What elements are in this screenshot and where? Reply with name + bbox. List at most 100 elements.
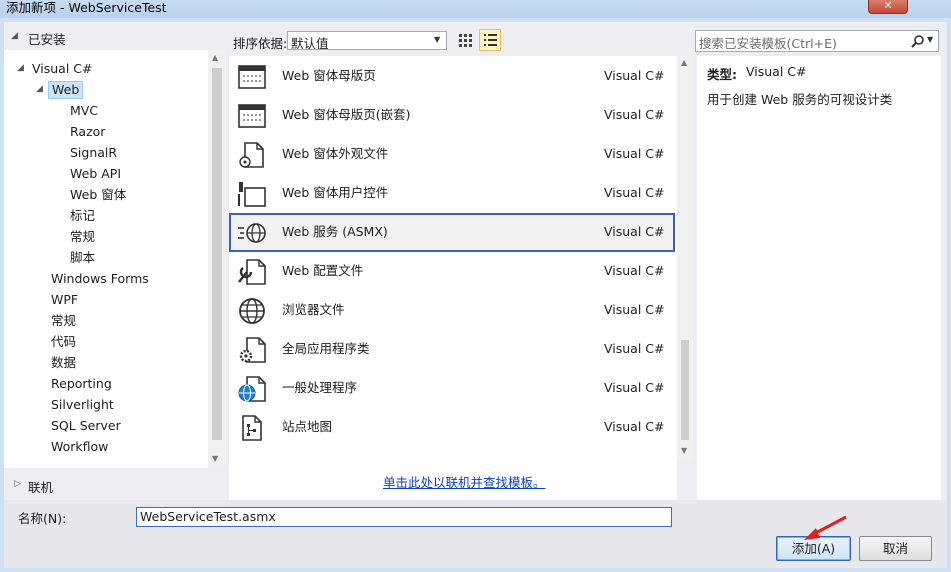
tree-item-web[interactable]: Web	[48, 81, 84, 99]
tree-item-mvc[interactable]: MVC	[70, 102, 98, 120]
user-control-icon	[238, 182, 266, 207]
template-language: Visual C#	[604, 107, 665, 122]
template-name: Web 窗体外观文件	[282, 146, 389, 161]
template-row-config-file[interactable]: Web 配置文件 Visual C#	[229, 252, 675, 291]
tree-item-visual-csharp[interactable]: Visual C#	[32, 60, 93, 78]
list-view-icon	[484, 34, 497, 46]
skin-file-icon	[239, 142, 264, 168]
tree-item-sql-server[interactable]: SQL Server	[51, 417, 121, 435]
template-row-skin-file[interactable]: Web 窗体外观文件 Visual C#	[229, 135, 675, 174]
name-value: WebServiceTest.asmx	[140, 509, 276, 524]
cancel-button[interactable]: 取消	[859, 536, 932, 561]
template-row-user-control[interactable]: Web 窗体用户控件 Visual C#	[229, 174, 675, 213]
master-page-icon	[238, 65, 266, 89]
tree-item-code[interactable]: 代码	[51, 333, 76, 351]
template-language: Visual C#	[604, 224, 665, 239]
tree-item-data[interactable]: 数据	[51, 354, 76, 372]
template-name: Web 窗体母版页(嵌套)	[282, 107, 411, 122]
template-name: Web 窗体母版页	[282, 68, 376, 83]
chevron-down-icon[interactable]: ▼	[927, 35, 933, 44]
template-category-tree[interactable]: ◢ Visual C# ◢ Web MVC Razor SignalR Web …	[4, 50, 208, 468]
title-bar: 添加新项 - WebServiceTest ✕	[0, 0, 951, 18]
template-language: Visual C#	[604, 380, 665, 395]
sitemap-icon	[242, 415, 262, 441]
template-row-master-page[interactable]: Web 窗体母版页 Visual C#	[229, 57, 675, 96]
template-name: 浏览器文件	[282, 302, 345, 317]
template-search-input[interactable]: 搜索已安装模板(Ctrl+E) ▼	[695, 30, 939, 52]
tree-item-workflow[interactable]: Workflow	[51, 438, 108, 456]
template-details: 类型: Visual C# 用于创建 Web 服务的可视设计类	[697, 56, 941, 500]
sort-dropdown[interactable]: 默认值 ▼	[287, 31, 447, 51]
template-row-web-service[interactable]: Web 服务 (ASMX) Visual C#	[229, 213, 675, 252]
close-button[interactable]: ✕	[868, 0, 908, 14]
type-label: 类型:	[707, 67, 737, 82]
name-label: 名称(N):	[18, 511, 67, 526]
template-language: Visual C#	[604, 146, 665, 161]
annotation-arrow-icon	[804, 515, 847, 540]
nested-master-page-icon	[238, 104, 266, 128]
template-row-sitemap[interactable]: 站点地图 Visual C#	[229, 408, 675, 447]
tree-item-reporting[interactable]: Reporting	[51, 375, 112, 393]
expand-triangle-icon: ◢	[36, 84, 43, 94]
scroll-up-icon[interactable]: ▲	[681, 58, 687, 67]
template-description: 用于创建 Web 服务的可视设计类	[707, 92, 893, 107]
scroll-up-icon[interactable]: ▲	[212, 53, 218, 62]
template-language: Visual C#	[604, 419, 665, 434]
expand-right-triangle-icon: ▷	[14, 479, 21, 489]
search-placeholder: 搜索已安装模板(Ctrl+E)	[699, 36, 837, 51]
template-language: Visual C#	[604, 263, 665, 278]
medium-icons-view-button[interactable]	[455, 30, 475, 50]
template-row-nested-master-page[interactable]: Web 窗体母版页(嵌套) Visual C#	[229, 96, 675, 135]
online-header[interactable]: ▷ 联机	[4, 474, 226, 496]
browser-file-icon	[239, 298, 265, 324]
tree-scroll-thumb[interactable]	[212, 68, 222, 440]
tree-scrollbar[interactable]: ▲ ▼	[208, 50, 226, 468]
collapse-triangle-icon: ◢	[11, 31, 18, 41]
tree-item-web-api[interactable]: Web API	[70, 165, 121, 183]
config-file-icon	[238, 259, 266, 285]
search-icon[interactable]	[910, 34, 926, 50]
grid-view-icon	[459, 34, 472, 47]
chevron-down-icon: ▼	[434, 35, 441, 44]
template-language: Visual C#	[604, 341, 665, 356]
tree-item-web-forms[interactable]: Web 窗体	[70, 186, 126, 204]
template-name: Web 配置文件	[282, 263, 364, 278]
web-service-icon	[238, 223, 266, 243]
tree-item-markup[interactable]: 标记	[70, 207, 95, 225]
sort-value: 默认值	[291, 36, 329, 51]
expand-triangle-icon: ◢	[17, 63, 24, 73]
online-templates-link[interactable]: 单击此处以联机并查找模板。	[383, 472, 546, 491]
tree-item-general[interactable]: 常规	[70, 228, 95, 246]
template-row-browser-file[interactable]: 浏览器文件 Visual C#	[229, 291, 675, 330]
tree-item-signalr[interactable]: SignalR	[70, 144, 117, 162]
template-name: Web 窗体用户控件	[282, 185, 389, 200]
installed-label: 已安装	[28, 32, 66, 47]
template-language: Visual C#	[604, 302, 665, 317]
template-row-global-class[interactable]: 全局应用程序类 Visual C#	[229, 330, 675, 369]
template-row-generic-handler[interactable]: 一般处理程序 Visual C#	[229, 369, 675, 408]
scroll-down-icon[interactable]: ▼	[681, 446, 687, 455]
name-field[interactable]: WebServiceTest.asmx	[136, 507, 672, 527]
type-value: Visual C#	[746, 64, 807, 79]
tree-item-windows-forms[interactable]: Windows Forms	[51, 270, 149, 288]
template-name: 全局应用程序类	[282, 341, 370, 356]
tree-item-silverlight[interactable]: Silverlight	[51, 396, 114, 414]
template-language: Visual C#	[604, 68, 665, 83]
close-icon: ✕	[883, 0, 893, 12]
global-class-icon	[239, 337, 266, 363]
installed-header[interactable]: ◢ 已安装	[4, 26, 226, 48]
template-list-scrollbar[interactable]: ▲ ▼	[677, 56, 693, 460]
generic-handler-icon	[238, 376, 266, 402]
template-name: 一般处理程序	[282, 380, 358, 395]
tree-item-general-2[interactable]: 常规	[51, 312, 76, 330]
tree-item-script[interactable]: 脚本	[70, 249, 95, 267]
tree-item-wpf[interactable]: WPF	[51, 291, 78, 309]
template-name: Web 服务 (ASMX)	[282, 224, 388, 239]
list-scroll-thumb[interactable]	[681, 340, 689, 440]
sort-label: 排序依据:	[233, 36, 288, 51]
list-view-button[interactable]	[479, 29, 501, 51]
online-label: 联机	[28, 480, 54, 495]
window-title: 添加新项 - WebServiceTest	[6, 0, 167, 15]
tree-item-razor[interactable]: Razor	[70, 123, 105, 141]
scroll-down-icon[interactable]: ▼	[212, 454, 218, 463]
